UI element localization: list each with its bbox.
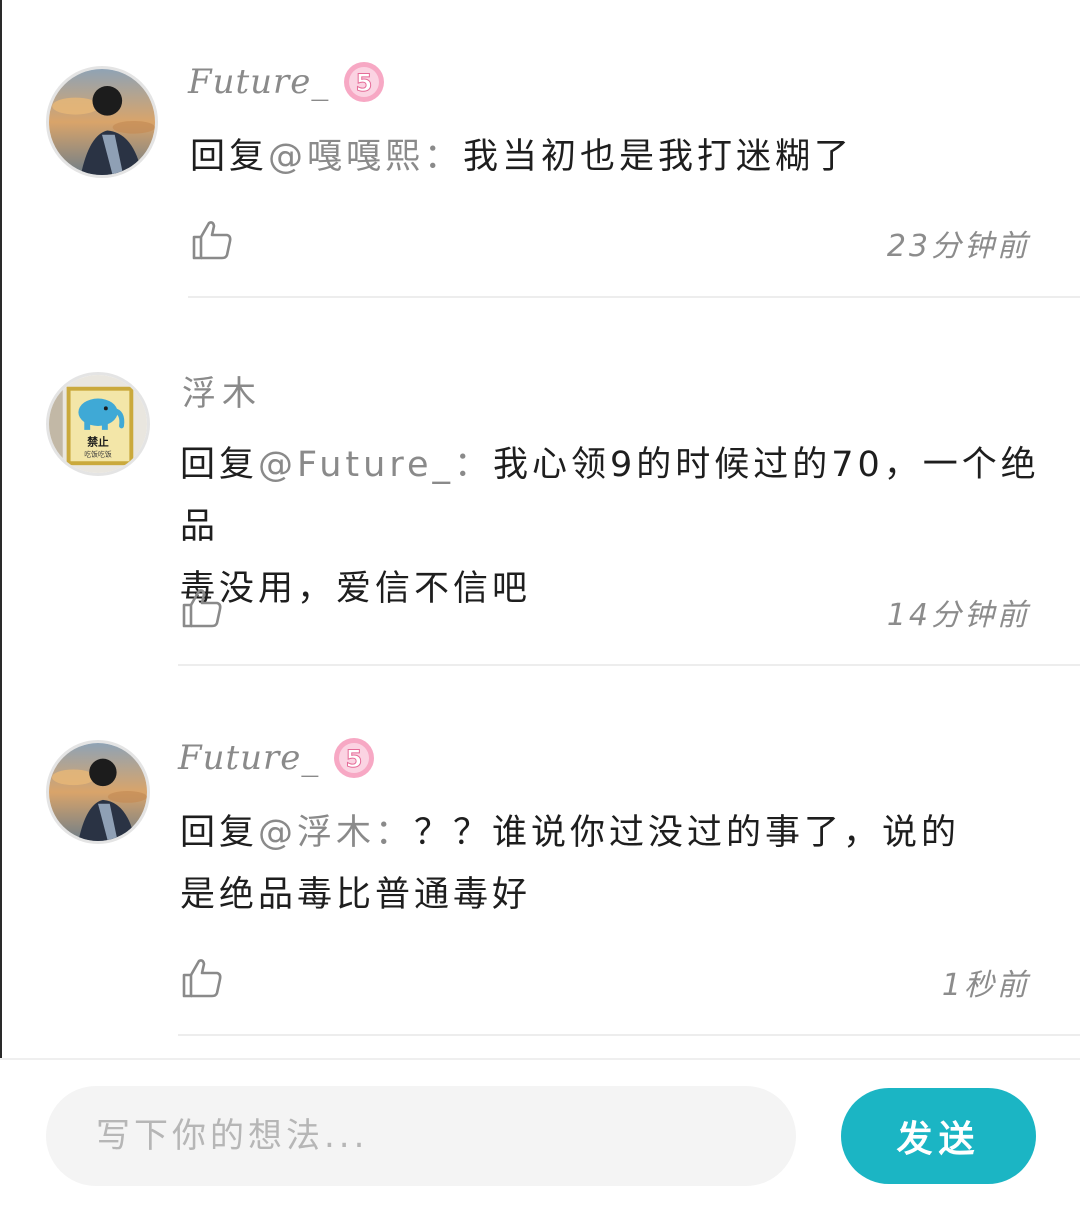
thumbs-up-icon bbox=[192, 221, 232, 260]
timestamp: 23分钟前 bbox=[886, 229, 1030, 264]
elephant-sign-icon: 禁止 吃饭吃饭 bbox=[49, 375, 147, 473]
timestamp: 14分钟前 bbox=[886, 598, 1030, 633]
mention-link[interactable]: @Future_： bbox=[258, 445, 493, 485]
level-number: 5 bbox=[346, 745, 363, 773]
sign-subtext: 吃饭吃饭 bbox=[84, 449, 112, 458]
thumbs-up-icon bbox=[182, 959, 222, 998]
comment-line: 回复@Future_：我心领9的时候过的70，一个绝品 bbox=[180, 434, 1040, 558]
sign-text: 禁止 bbox=[86, 436, 109, 449]
comment-body-line-1: ？？谁说你过没过的事了，说的 bbox=[414, 813, 961, 853]
window-edge bbox=[0, 0, 2, 1205]
mention-link[interactable]: @浮木： bbox=[258, 813, 414, 853]
like-button[interactable] bbox=[180, 956, 224, 1000]
send-button[interactable]: 发送 bbox=[841, 1088, 1036, 1184]
username[interactable]: Future_ bbox=[188, 62, 329, 102]
divider bbox=[188, 296, 1080, 298]
avatar[interactable] bbox=[46, 66, 158, 178]
like-button[interactable] bbox=[180, 586, 224, 630]
comment-text: 回复@嘎嘎熙：我当初也是我打迷糊了 bbox=[190, 126, 853, 188]
level-number: 5 bbox=[356, 69, 373, 97]
level-badge-icon: 5 bbox=[333, 737, 375, 779]
like-button[interactable] bbox=[190, 218, 234, 262]
user-photo-icon bbox=[49, 69, 155, 175]
reply-prefix: 回复 bbox=[180, 445, 259, 485]
reply-prefix: 回复 bbox=[180, 813, 259, 853]
comment-input[interactable] bbox=[46, 1086, 796, 1186]
comment-line: 回复@浮木：？？谁说你过没过的事了，说的 bbox=[180, 802, 1040, 864]
thumbs-up-icon bbox=[182, 589, 222, 628]
comment-body-line-2: 是绝品毒比普通毒好 bbox=[180, 875, 532, 915]
divider bbox=[178, 664, 1080, 666]
comment-text: 回复@浮木：？？谁说你过没过的事了，说的 是绝品毒比普通毒好 bbox=[180, 802, 1040, 926]
divider bbox=[178, 1034, 1080, 1036]
user-photo-icon bbox=[49, 743, 147, 841]
username[interactable]: 浮木 bbox=[182, 366, 262, 415]
level-badge-icon: 5 bbox=[343, 61, 385, 103]
username[interactable]: Future_ bbox=[178, 738, 319, 778]
avatar[interactable] bbox=[46, 740, 150, 844]
mention-link[interactable]: @嘎嘎熙： bbox=[268, 137, 463, 177]
avatar[interactable]: 禁止 吃饭吃饭 bbox=[46, 372, 150, 476]
comment-composer: 发送 bbox=[0, 1058, 1080, 1205]
reply-prefix: 回复 bbox=[190, 137, 269, 177]
timestamp: 1秒前 bbox=[941, 968, 1030, 1003]
comment-body: 我当初也是我打迷糊了 bbox=[463, 137, 854, 177]
